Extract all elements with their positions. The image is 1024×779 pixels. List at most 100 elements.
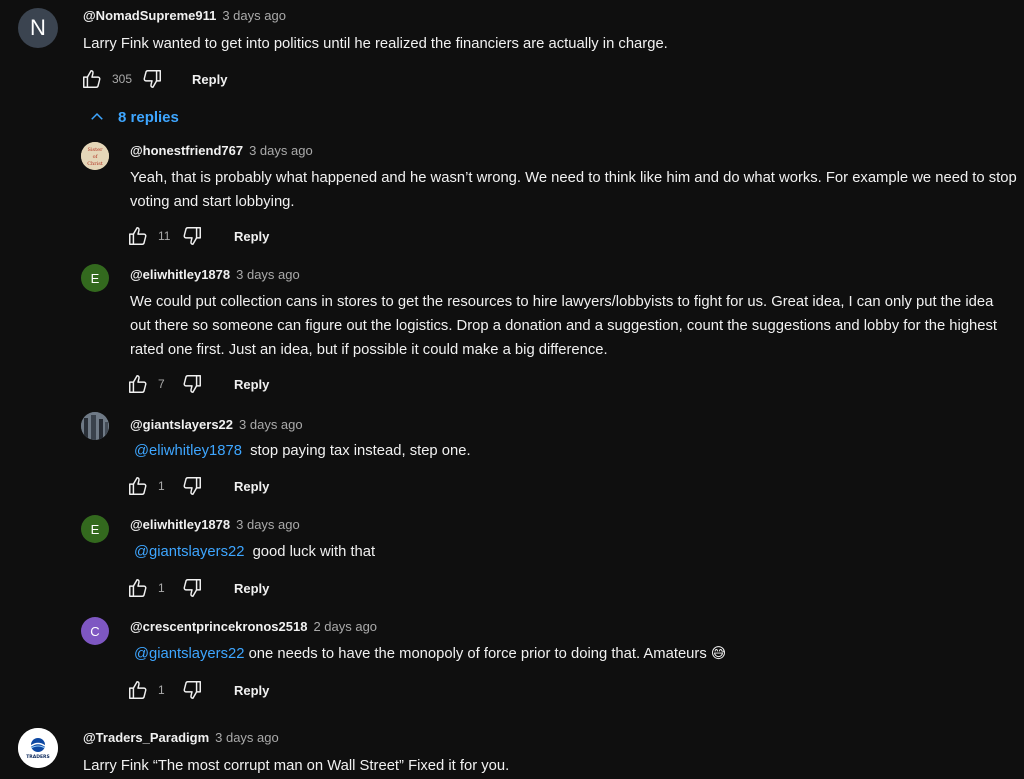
dislike-button[interactable] (180, 678, 204, 702)
like-count: 305 (112, 72, 133, 86)
like-button[interactable] (126, 678, 150, 702)
replies-count: 8 replies (118, 108, 179, 126)
comment-header: @eliwhitley1878 3 days ago (130, 516, 300, 534)
comment-actions: 305 Reply (80, 67, 227, 91)
dislike-button[interactable] (180, 576, 204, 600)
thumbs-up-icon (129, 227, 147, 245)
avatar-letter: E (90, 521, 100, 537)
reply-button[interactable]: Reply (234, 683, 269, 698)
like-count: 1 (158, 683, 165, 697)
svg-text:Sister: Sister (88, 147, 104, 153)
comment-text: @giantslayers22 one needs to have the mo… (134, 642, 1014, 666)
traders-logo-icon: TRADERS (18, 728, 58, 768)
timestamp[interactable]: 3 days ago (222, 8, 286, 23)
like-count: 11 (158, 229, 171, 243)
dislike-button[interactable] (180, 372, 204, 396)
dislike-button[interactable] (140, 67, 164, 91)
like-count: 1 (158, 581, 165, 595)
reply-button[interactable]: Reply (234, 581, 269, 596)
reply-item: E @eliwhitley1878 3 days ago We could put… (0, 264, 1024, 404)
thumbs-down-icon (183, 227, 201, 245)
author-name[interactable]: @Traders_Paradigm (83, 730, 209, 745)
reply-button[interactable]: Reply (234, 229, 269, 244)
avatar[interactable]: E (81, 515, 109, 543)
avatar[interactable]: E (81, 264, 109, 292)
timestamp[interactable]: 3 days ago (249, 143, 313, 158)
replies-toggle[interactable]: 8 replies (88, 108, 179, 126)
thumbs-up-icon (83, 70, 101, 88)
like-button[interactable] (80, 67, 104, 91)
comment-text: @eliwhitley1878 stop paying tax instead,… (134, 439, 1014, 463)
reply-item: E @eliwhitley1878 3 days ago @giantslayer… (0, 514, 1024, 609)
mention-link[interactable]: @eliwhitley1878 (134, 443, 242, 459)
comment-actions: 1 Reply (126, 678, 269, 702)
reply-button[interactable]: Reply (234, 479, 269, 494)
avatar[interactable]: Sister of Christ (81, 142, 109, 170)
comment-thread-bottom: TRADERS @Traders_Paradigm 3 days ago Larr… (0, 720, 1024, 779)
thumbs-down-icon (183, 477, 201, 495)
comment-header: @honestfriend767 3 days ago (130, 142, 313, 160)
avatar[interactable]: C (81, 617, 109, 645)
comment-text: Yeah, that is probably what happened and… (130, 170, 1017, 210)
comment-body: good luck with that (252, 544, 376, 560)
thumbs-up-icon (129, 375, 147, 393)
avatar-letter: N (30, 15, 46, 40)
avatar[interactable] (81, 412, 109, 440)
author-name[interactable]: @honestfriend767 (130, 143, 243, 158)
avatar[interactable]: N (18, 8, 58, 48)
thumbs-up-icon (129, 579, 147, 597)
author-name[interactable]: @giantslayers22 (130, 417, 233, 432)
dislike-button[interactable] (180, 224, 204, 248)
reply-item: @giantslayers22 3 days ago @eliwhitley187… (0, 412, 1024, 507)
dislike-button[interactable] (180, 474, 204, 498)
comment-text: @giantslayers22 good luck with that (134, 540, 1014, 564)
thumbs-up-icon (129, 681, 147, 699)
comment-actions: 1 Reply (126, 576, 269, 600)
chevron-up-icon (91, 112, 103, 120)
comment-actions: 7 Reply (126, 372, 269, 396)
mention-link[interactable]: @giantslayers22 (134, 544, 244, 560)
timestamp[interactable]: 3 days ago (215, 730, 279, 745)
avatar-image (81, 412, 109, 440)
comment-header: @crescentprincekronos2518 2 days ago (130, 618, 377, 636)
author-name[interactable]: @eliwhitley1878 (130, 517, 230, 532)
reply-button[interactable]: Reply (234, 377, 269, 392)
comment-text: We could put collection cans in stores t… (130, 294, 998, 358)
comment-header: @eliwhitley1878 3 days ago (130, 266, 300, 284)
thumbs-down-icon (183, 375, 201, 393)
avatar-brand-text: TRADERS (26, 754, 50, 760)
like-button[interactable] (126, 576, 150, 600)
comment-body: stop paying tax instead, step one. (250, 443, 471, 459)
comment-header: @NomadSupreme911 3 days ago (83, 7, 286, 25)
like-button[interactable] (126, 372, 150, 396)
like-count: 1 (158, 479, 165, 493)
reply-button[interactable]: Reply (192, 72, 227, 87)
thumbs-down-icon (183, 579, 201, 597)
reply-item: C @crescentprincekronos2518 2 days ago @g… (0, 616, 1024, 711)
author-name[interactable]: @eliwhitley1878 (130, 267, 230, 282)
thumbs-down-icon (143, 70, 162, 88)
author-name[interactable]: @NomadSupreme911 (83, 8, 216, 23)
timestamp[interactable]: 3 days ago (239, 417, 303, 432)
timestamp[interactable]: 3 days ago (236, 267, 300, 282)
comment-actions: 1 Reply (126, 474, 269, 498)
thumbs-up-icon (129, 477, 147, 495)
reply-item: Sister of Christ @honestfriend767 3 days … (0, 140, 1024, 255)
comment-body: one needs to have the monopoly of force … (248, 646, 727, 662)
avatar-letter: C (90, 623, 100, 639)
timestamp[interactable]: 2 days ago (313, 619, 377, 634)
comment-text: Larry Fink “The most corrupt man on Wall… (83, 758, 510, 774)
comment-header: @Traders_Paradigm 3 days ago (83, 729, 279, 747)
avatar-image: Sister of Christ (81, 142, 109, 170)
like-button[interactable] (126, 474, 150, 498)
avatar-letter: E (90, 270, 100, 286)
comment-text: Larry Fink wanted to get into politics u… (83, 36, 668, 52)
mention-link[interactable]: @giantslayers22 (134, 646, 244, 662)
timestamp[interactable]: 3 days ago (236, 517, 300, 532)
comment-thread-top: N @NomadSupreme911 3 days ago Larry Fink … (0, 0, 1024, 100)
like-button[interactable] (126, 224, 150, 248)
like-count: 7 (158, 377, 165, 391)
comment-actions: 11 Reply (126, 224, 269, 248)
avatar[interactable]: TRADERS (18, 728, 58, 768)
author-name[interactable]: @crescentprincekronos2518 (130, 619, 307, 634)
